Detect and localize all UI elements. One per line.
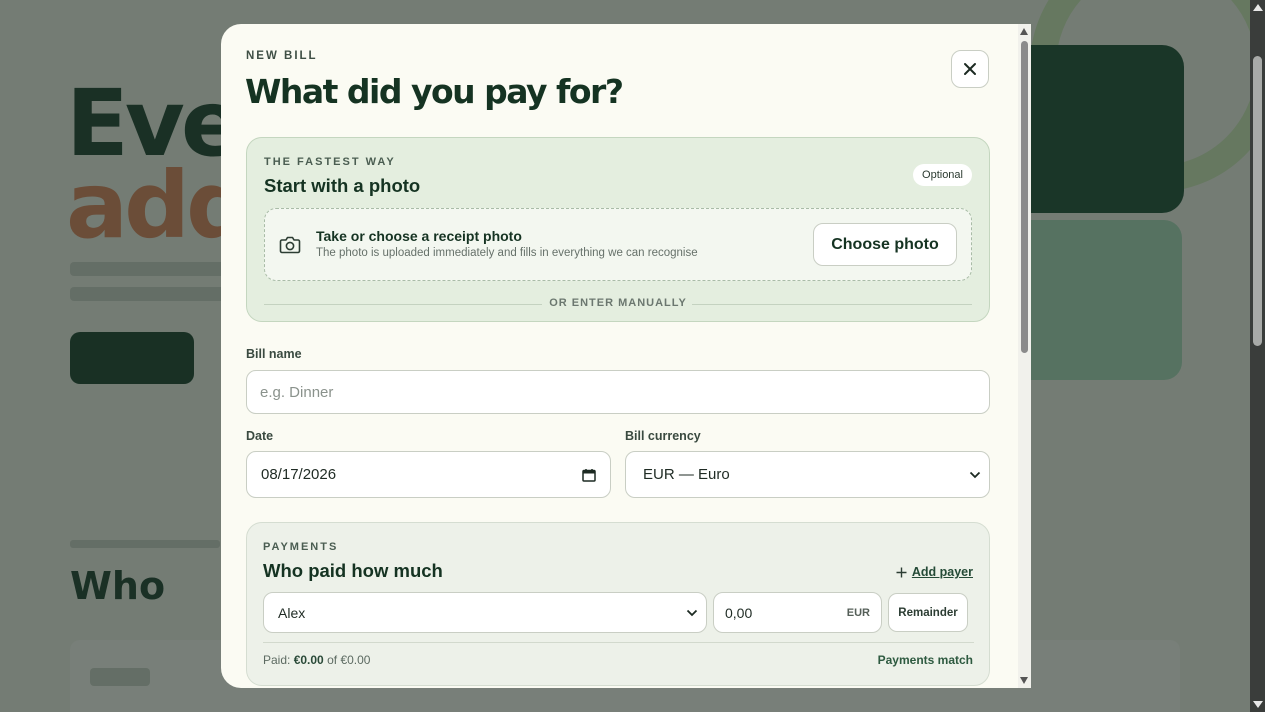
photo-section: THE FASTEST WAY Start with a photo Optio… [246,137,990,322]
dialog-scrollbar-thumb[interactable] [1021,41,1028,353]
scroll-down-arrow-icon[interactable] [1253,701,1263,708]
currency-label: Bill currency [625,429,701,443]
dropzone-title: Take or choose a receipt photo [316,228,522,244]
chevron-down-icon [686,609,698,616]
payer-select[interactable]: Alex [263,592,707,633]
photo-section-title: Start with a photo [264,175,421,196]
divider-text: OR ENTER MANUALLY [549,297,687,309]
bill-name-input[interactable]: e.g. Dinner [246,370,990,414]
paid-prefix: Paid: [263,653,291,667]
currency-value: EUR — Euro [643,466,730,483]
paid-summary: Paid: €0.00 of €0.00 [263,653,370,667]
choose-photo-button[interactable]: Choose photo [813,223,957,266]
new-bill-dialog: NEW BILL What did you pay for? THE FASTE… [221,24,1031,688]
add-payer-button[interactable]: Add payer [896,565,973,579]
payments-status: Payments match [877,653,973,667]
divider-line [692,304,972,305]
paid-total: €0.00 [340,653,371,667]
scroll-up-arrow-icon[interactable] [1020,28,1028,35]
receipt-dropzone[interactable]: Take or choose a receipt photo The photo… [264,208,972,281]
payer-value: Alex [278,604,306,621]
bill-name-placeholder: e.g. Dinner [260,383,334,401]
close-icon [964,63,976,75]
calendar-icon[interactable] [582,468,596,482]
optional-badge: Optional [913,164,972,186]
camera-icon [279,236,301,254]
payments-title: Who paid how much [263,560,443,581]
scroll-up-arrow-icon[interactable] [1253,4,1263,11]
date-value: 08/17/2026 [261,466,337,483]
dialog-title: What did you pay for? [245,72,624,111]
payments-eyebrow: PAYMENTS [263,541,339,553]
page-scrollbar[interactable] [1250,0,1265,712]
dialog-scrollbar[interactable] [1018,24,1031,688]
payments-divider [263,642,974,643]
paid-amount: €0.00 [293,653,324,667]
dropzone-subtitle: The photo is uploaded immediately and fi… [316,247,698,259]
scroll-down-arrow-icon[interactable] [1020,677,1028,684]
close-button[interactable] [951,50,989,88]
payment-amount-input[interactable]: 0,00 EUR [713,592,882,633]
currency-select[interactable]: EUR — Euro [625,451,990,498]
dialog-eyebrow: NEW BILL [246,50,318,62]
bill-name-label: Bill name [246,347,302,361]
paid-of: of [327,653,338,667]
chevron-down-icon [969,471,981,478]
date-label: Date [246,429,274,443]
page-scrollbar-thumb[interactable] [1253,56,1262,346]
remainder-button[interactable]: Remainder [888,593,968,632]
manual-entry-divider: OR ENTER MANUALLY [264,297,972,313]
photo-section-eyebrow: THE FASTEST WAY [264,156,396,168]
payments-section: PAYMENTS Who paid how much Add payer Ale… [246,522,990,686]
plus-icon [896,567,907,577]
amount-currency: EUR [846,606,870,619]
amount-value: 0,00 [725,604,753,621]
add-payer-label: Add payer [911,565,973,579]
date-input[interactable]: 08/17/2026 [246,451,611,498]
